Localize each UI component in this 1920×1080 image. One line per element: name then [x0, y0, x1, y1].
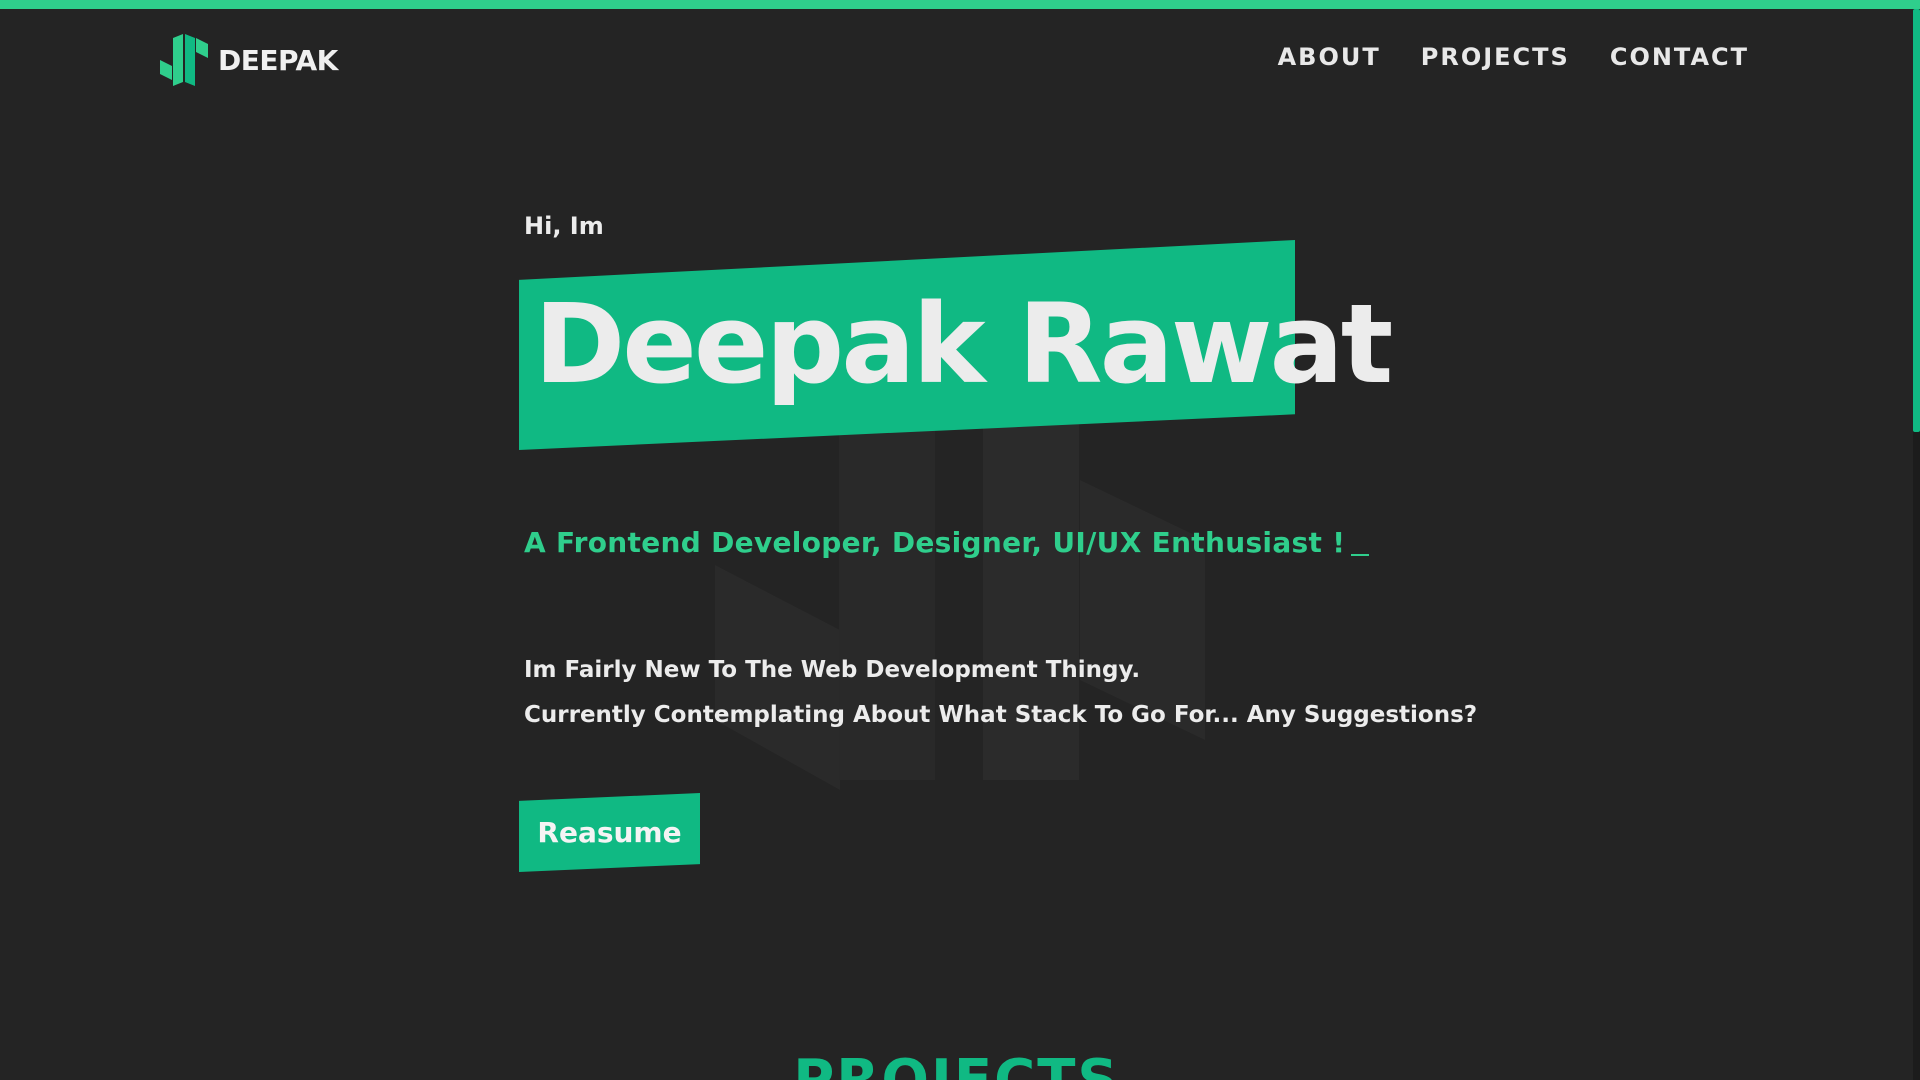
hero-tagline: A Frontend Developer, Designer, UI/UX En…	[524, 526, 1370, 559]
tagline-text: A Frontend Developer, Designer, UI/UX En…	[524, 526, 1346, 559]
hero-name: Deepak Rawat	[534, 280, 1393, 408]
page: DEEPAK ABOUT PROJECTS CONTACT Hi, Im Dee…	[0, 0, 1920, 1080]
intro-line: Im Fairly New To The Web Development Thi…	[524, 657, 1141, 683]
hero-intro: Im Fairly New To The Web Development Thi…	[524, 648, 1477, 738]
nav-item-about[interactable]: ABOUT	[1278, 43, 1381, 71]
logo-link[interactable]: DEEPAK	[158, 34, 338, 86]
hero-greeting: Hi, Im	[524, 212, 604, 240]
logo-mark-icon	[160, 34, 208, 86]
nav-item-contact[interactable]: CONTACT	[1610, 43, 1749, 71]
nav-item-projects[interactable]: PROJECTS	[1421, 43, 1570, 71]
projects-section-heading: PROJECTS	[0, 1048, 1913, 1080]
intro-line: Currently Contemplating About What Stack…	[524, 702, 1478, 728]
typing-cursor	[1351, 554, 1370, 556]
site-header: DEEPAK ABOUT PROJECTS CONTACT	[0, 9, 1913, 111]
resume-button[interactable]: Reasume	[519, 793, 700, 872]
top-accent-bar	[0, 0, 1920, 9]
resume-button-label: Reasume	[537, 816, 682, 849]
main-nav: ABOUT PROJECTS CONTACT	[1278, 43, 1749, 71]
scrollbar-thumb[interactable]	[1913, 9, 1920, 432]
brand-name: DEEPAK	[218, 43, 338, 77]
